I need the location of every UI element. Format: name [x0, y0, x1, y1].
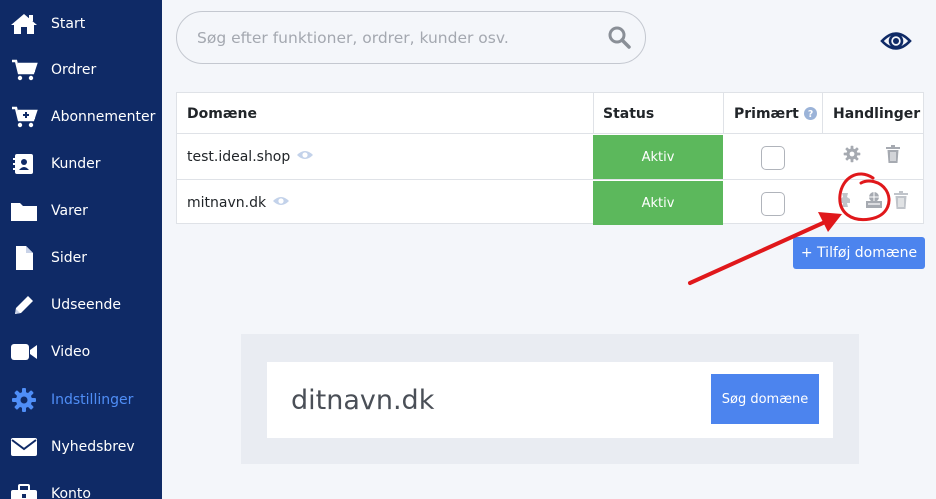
column-header-primary-label: Primært	[734, 105, 799, 122]
cart-icon	[10, 56, 38, 84]
column-header-domain: Domæne	[187, 105, 257, 122]
trash-icon[interactable]	[885, 145, 901, 167]
status-badge: Aktiv	[593, 135, 723, 179]
video-camera-icon	[10, 338, 38, 366]
sidebar-item-label: Abonnementer	[51, 108, 156, 125]
sidebar-item-sider[interactable]: Sider	[0, 234, 162, 281]
sidebar-item-label: Video	[51, 343, 91, 360]
folder-icon	[10, 197, 38, 225]
pencil-icon	[10, 291, 38, 319]
sidebar-item-label: Sider	[51, 249, 88, 266]
search-icon[interactable]	[607, 25, 631, 53]
domain-cell: test.ideal.shop	[187, 134, 314, 179]
domain-name: mitnavn.dk	[187, 194, 267, 211]
sidebar-item-abonnementer[interactable]: Abonnementer	[0, 93, 162, 140]
help-icon[interactable]: ?	[803, 107, 817, 120]
cart-plus-icon	[10, 103, 38, 131]
sidebar-item-varer[interactable]: Varer	[0, 187, 162, 234]
contact-card-icon	[10, 150, 38, 178]
add-domain-button[interactable]: + Tilføj domæne	[793, 237, 925, 269]
sidebar-item-label: Nyhedsbrev	[51, 438, 135, 455]
sidebar-item-indstillinger[interactable]: Indstillinger	[0, 376, 162, 423]
sidebar-item-label: Ordrer	[51, 61, 97, 78]
domain-table: Domæne Status Primært ? Handlinger test.…	[176, 92, 924, 225]
gear-icon	[10, 386, 38, 414]
sidebar-item-video[interactable]: Video	[0, 328, 162, 375]
sidebar-item-konto[interactable]: Konto	[0, 470, 162, 499]
sidebar-item-label: Varer	[51, 202, 88, 219]
sidebar-item-udseende[interactable]: Udseende	[0, 281, 162, 328]
status-badge: Aktiv	[593, 181, 723, 225]
table-row: mitnavn.dk Aktiv	[177, 180, 923, 225]
table-row: test.ideal.shop Aktiv	[177, 134, 923, 179]
sidebar-item-label: Udseende	[51, 296, 122, 313]
column-header-primary: Primært ?	[734, 93, 817, 134]
sidebar-item-label: Start	[51, 15, 86, 32]
search-input[interactable]	[197, 12, 597, 63]
primary-checkbox[interactable]	[761, 192, 785, 216]
eye-icon[interactable]	[272, 195, 290, 211]
sidebar-item-label: Konto	[51, 485, 91, 499]
eye-icon[interactable]	[296, 149, 314, 165]
svg-text:?: ?	[808, 109, 813, 120]
sidebar: Start Ordrer Abonnementer Kunder Varer S…	[0, 0, 162, 499]
domain-search-panel: ditnavn.dk Søg domæne	[241, 334, 859, 464]
eye-icon[interactable]	[880, 28, 912, 58]
sidebar-item-start[interactable]: Start	[0, 0, 162, 47]
global-search	[176, 11, 646, 64]
sidebar-item-label: Indstillinger	[51, 391, 134, 408]
home-icon	[10, 10, 38, 38]
domain-search-input[interactable]: ditnavn.dk	[291, 362, 434, 438]
gear-icon[interactable]	[843, 145, 861, 167]
search-domain-button[interactable]: Søg domæne	[711, 374, 819, 424]
file-icon	[10, 244, 38, 272]
domain-search-box: ditnavn.dk Søg domæne	[267, 362, 833, 438]
domain-name: test.ideal.shop	[187, 148, 291, 165]
primary-checkbox[interactable]	[761, 146, 785, 170]
column-header-status: Status	[603, 105, 655, 122]
gear-icon[interactable]	[838, 191, 852, 213]
sidebar-item-label: Kunder	[51, 155, 101, 172]
sidebar-item-nyhedsbrev[interactable]: Nyhedsbrev	[0, 423, 162, 470]
briefcase-icon	[10, 480, 38, 499]
sidebar-item-kunder[interactable]: Kunder	[0, 140, 162, 187]
trash-icon[interactable]	[893, 191, 909, 213]
domain-cell: mitnavn.dk	[187, 180, 290, 225]
column-header-actions: Handlinger	[833, 105, 921, 122]
envelope-icon	[10, 433, 38, 461]
sidebar-item-ordrer[interactable]: Ordrer	[0, 46, 162, 93]
domain-settings-icon[interactable]	[865, 191, 883, 215]
